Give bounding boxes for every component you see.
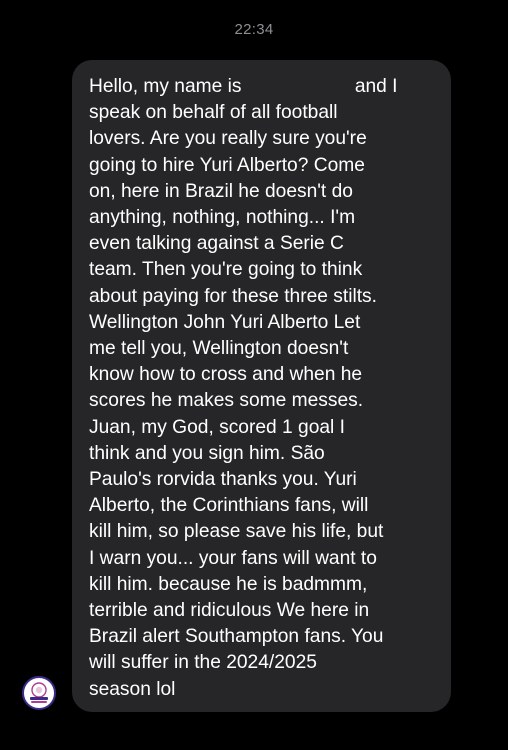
chat-screen: 22:34 Hello, my name is and I speak on b… (0, 0, 508, 750)
message-text: Hello, my name is and I speak on behalf … (89, 74, 439, 703)
received-message-bubble[interactable]: Hello, my name is and I speak on behalf … (72, 60, 451, 712)
sender-avatar-icon[interactable] (22, 676, 56, 710)
message-timestamp: 22:34 (234, 21, 274, 38)
message-text-after-name: and I speak on behalf of all football lo… (89, 76, 398, 700)
message-text-before-name: Hello, my name is (89, 76, 242, 97)
